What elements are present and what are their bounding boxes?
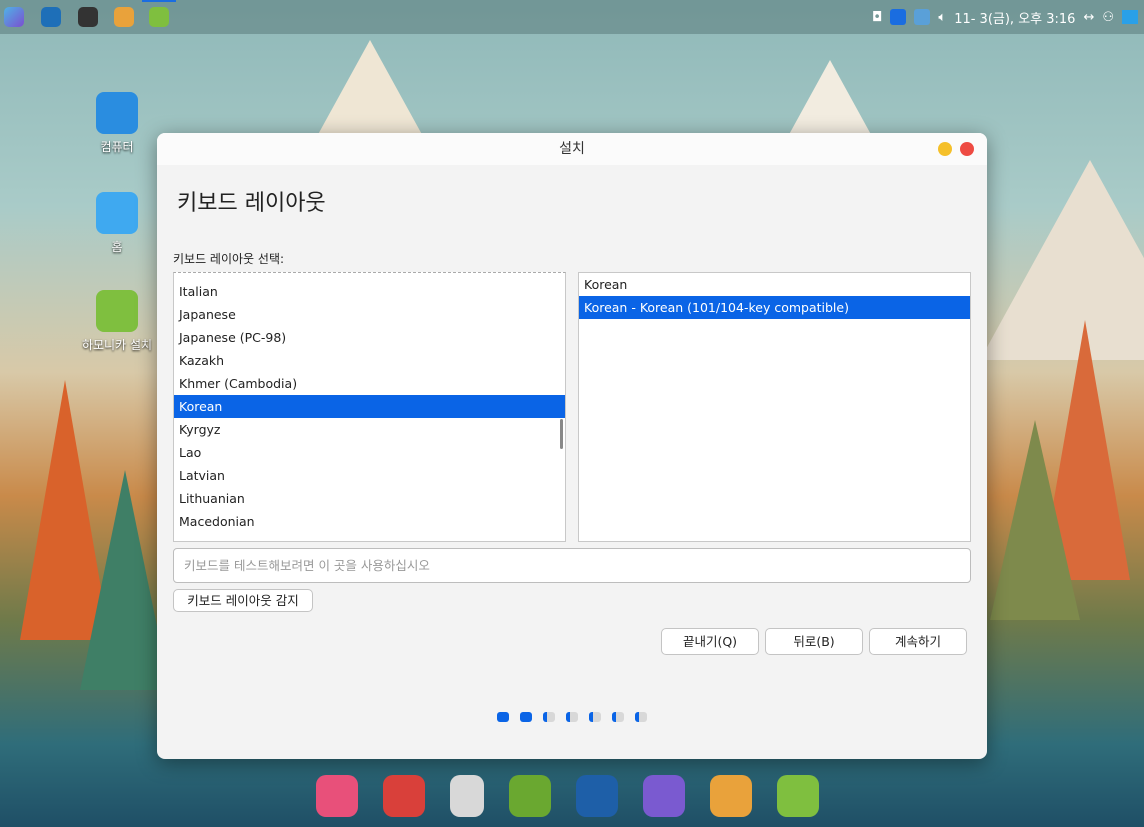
layout-item[interactable]: Khmer (Cambodia) — [174, 372, 565, 395]
home-folder-icon — [96, 192, 138, 234]
desktop-icon-label: 하모니카 설치 — [81, 338, 153, 352]
desktop-icon-computer[interactable]: 컴퓨터 — [72, 92, 162, 155]
installer-icon[interactable] — [777, 775, 819, 817]
layout-item-selected[interactable]: Korean — [174, 395, 565, 418]
progress-dot-pending — [566, 712, 578, 722]
files-icon[interactable] — [710, 775, 752, 817]
files-icon[interactable] — [114, 7, 134, 27]
progress-dot-pending — [612, 712, 624, 722]
trash-icon[interactable] — [450, 775, 484, 817]
progress-dot-pending — [589, 712, 601, 722]
keyboard-test-input[interactable]: 키보드를 테스트해보려면 이 곳을 사용하십시오 — [173, 548, 971, 583]
user-icon[interactable]: ⚇ — [1102, 10, 1114, 25]
desktop-icon-installer[interactable]: 하모니카 설치 — [72, 290, 162, 353]
clock[interactable]: 11- 3(금), 오후 3:16 — [954, 8, 1075, 27]
continue-button[interactable]: 계속하기 — [869, 628, 967, 655]
minimize-button[interactable] — [938, 142, 952, 156]
layout-select-label: 키보드 레이아웃 선택: — [173, 252, 285, 266]
video-icon[interactable] — [643, 775, 685, 817]
layout-item[interactable]: Kyrgyz — [174, 418, 565, 441]
variant-list[interactable]: Korean Korean - Korean (101/104-key comp… — [578, 272, 971, 542]
terminal-icon[interactable] — [78, 7, 98, 27]
progress-dots — [497, 712, 647, 722]
window-title: 설치 — [559, 141, 585, 157]
power-icon[interactable] — [383, 775, 425, 817]
quit-button[interactable]: 끝내기(Q) — [661, 628, 759, 655]
layout-item[interactable]: Japanese — [174, 303, 565, 326]
network-icon[interactable]: ↔ — [1083, 10, 1094, 25]
browser-icon[interactable] — [576, 775, 618, 817]
layout-item[interactable]: Lithuanian — [174, 487, 565, 510]
browser-icon[interactable] — [41, 7, 61, 27]
network-app-icon[interactable] — [914, 9, 931, 25]
layout-item[interactable]: Latvian — [174, 464, 565, 487]
show-desktop-icon[interactable] — [1122, 10, 1138, 24]
scrollbar[interactable] — [560, 419, 563, 449]
layout-list[interactable]: Italian Japanese Japanese (PC-98) Kazakh… — [173, 272, 566, 542]
variant-item-selected[interactable]: Korean - Korean (101/104-key compatible) — [579, 296, 970, 319]
detect-layout-button[interactable]: 키보드 레이아웃 감지 — [173, 589, 313, 612]
installer-window: 설치 키보드 레이아웃 키보드 레이아웃 선택: Italian Japanes… — [157, 133, 987, 759]
progress-dot-pending — [635, 712, 647, 722]
computer-icon — [96, 92, 138, 134]
top-panel: ◘ 🔈︎ 11- 3(금), 오후 3:16 ↔ ⚇ — [0, 0, 1144, 34]
installer-icon[interactable] — [149, 7, 169, 27]
input-method-icon[interactable] — [890, 9, 907, 25]
app-store-icon[interactable] — [509, 775, 551, 817]
progress-dot-done — [520, 712, 532, 722]
progress-dot-done — [497, 712, 509, 722]
page-title: 키보드 레이아웃 — [177, 191, 326, 216]
launcher-icon[interactable] — [4, 7, 24, 27]
desktop-icon-home[interactable]: 홈 — [72, 192, 162, 255]
screenshot-icon[interactable]: ◘ — [872, 10, 882, 25]
desktop-icon-label: 컴퓨터 — [100, 140, 134, 154]
installer-icon — [96, 290, 138, 332]
title-bar[interactable]: 설치 — [157, 133, 987, 165]
progress-dot-pending — [543, 712, 555, 722]
variant-item[interactable]: Korean — [579, 273, 970, 296]
close-button[interactable] — [960, 142, 974, 156]
system-tray: ◘ 🔈︎ 11- 3(금), 오후 3:16 ↔ ⚇ — [872, 0, 1138, 34]
layout-item[interactable]: Kazakh — [174, 349, 565, 372]
layout-item[interactable]: Lao — [174, 441, 565, 464]
back-button[interactable]: 뒤로(B) — [765, 628, 863, 655]
desktop-icon-label: 홈 — [111, 240, 123, 254]
layout-item[interactable]: Italian — [174, 280, 565, 303]
layout-item[interactable]: Macedonian — [174, 510, 565, 533]
active-indicator — [142, 0, 176, 2]
dock — [300, 765, 844, 827]
media-player-icon[interactable] — [316, 775, 358, 817]
volume-icon[interactable]: 🔈︎ — [938, 10, 946, 25]
layout-item[interactable]: Japanese (PC-98) — [174, 326, 565, 349]
